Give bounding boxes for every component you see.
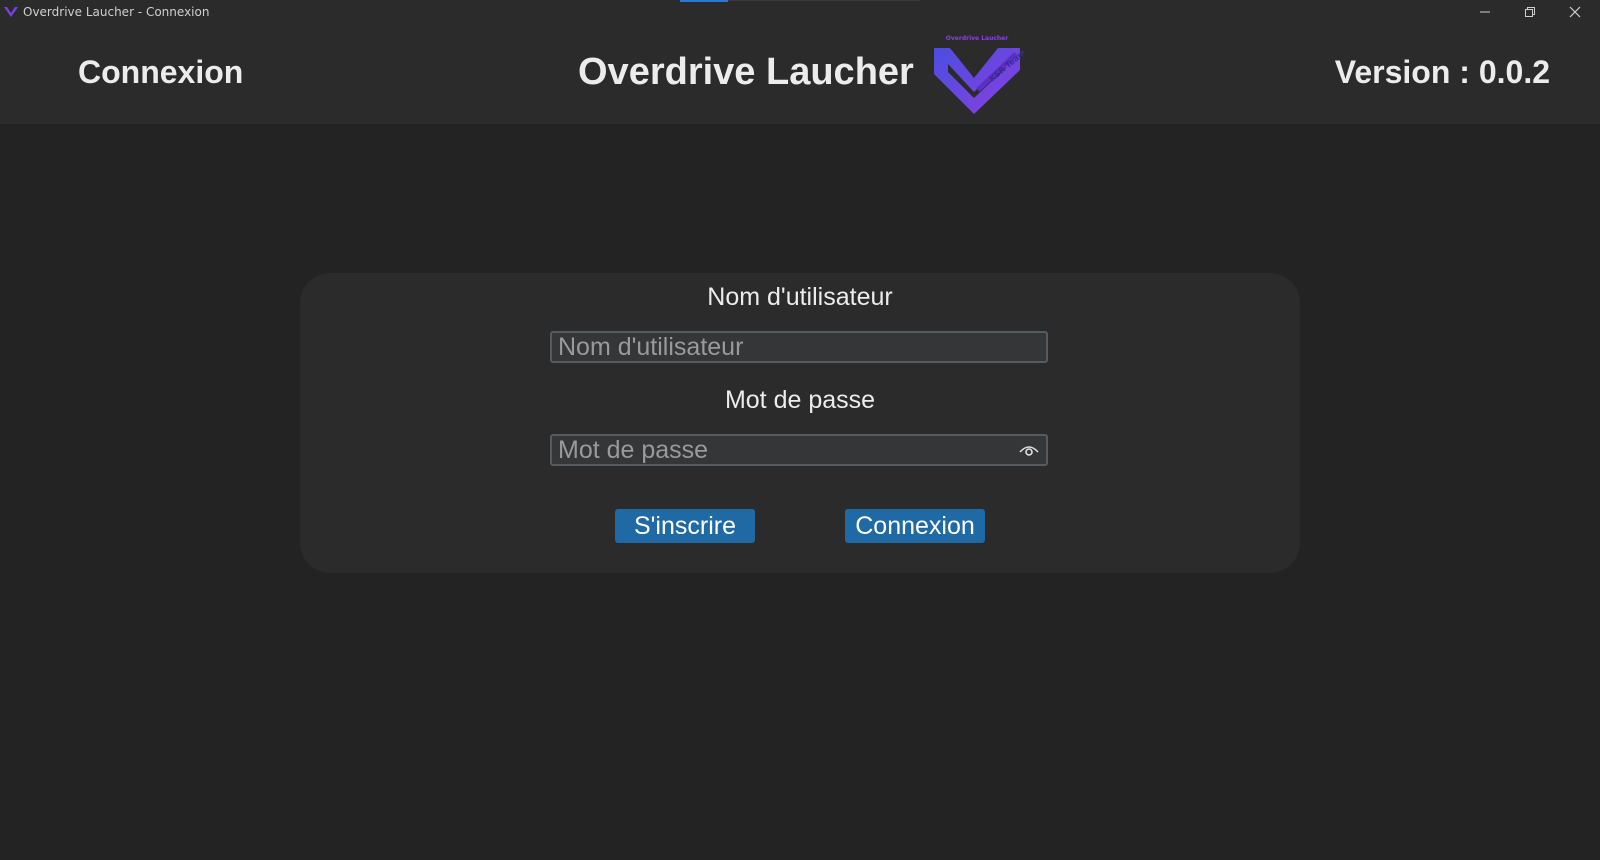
login-button[interactable]: Connexion [845,509,985,543]
app-window: Overdrive Laucher - Connexion Connexion … [0,0,1600,860]
logo-caption: Overdrive Laucher [946,35,1008,42]
title-accent [680,0,728,2]
close-button[interactable] [1552,0,1598,24]
app-header: Connexion Overdrive Laucher Overdrive La… [0,24,1600,124]
username-label: Nom d'utilisateur [707,283,893,311]
username-field-box[interactable] [550,331,1048,363]
title-bar[interactable]: Overdrive Laucher - Connexion [0,0,1600,24]
restore-icon [1525,7,1535,17]
version-label: Version : 0.0.2 [1334,54,1550,90]
app-name: Overdrive Laucher [578,51,914,93]
password-input[interactable] [558,436,998,464]
register-button[interactable]: S'inscrire [615,509,755,543]
app-logo-icon [4,7,18,17]
password-field-box[interactable] [550,434,1048,466]
login-card: Nom d'utilisateur Mot de passe S'inscrir… [300,273,1300,573]
eye-icon [1019,446,1039,456]
show-password-button[interactable] [1018,440,1040,460]
minimize-button[interactable] [1462,0,1508,24]
password-label: Mot de passe [724,386,876,414]
close-icon [1569,6,1581,18]
restore-button[interactable] [1507,0,1553,24]
window-title: Overdrive Laucher - Connexion [23,5,210,19]
app-logo: Overdrive Laucher KSR Team [934,35,1024,114]
title-divider [728,0,920,1]
username-input[interactable] [558,333,998,361]
page-title: Connexion [78,54,244,90]
minimize-icon [1480,11,1490,13]
